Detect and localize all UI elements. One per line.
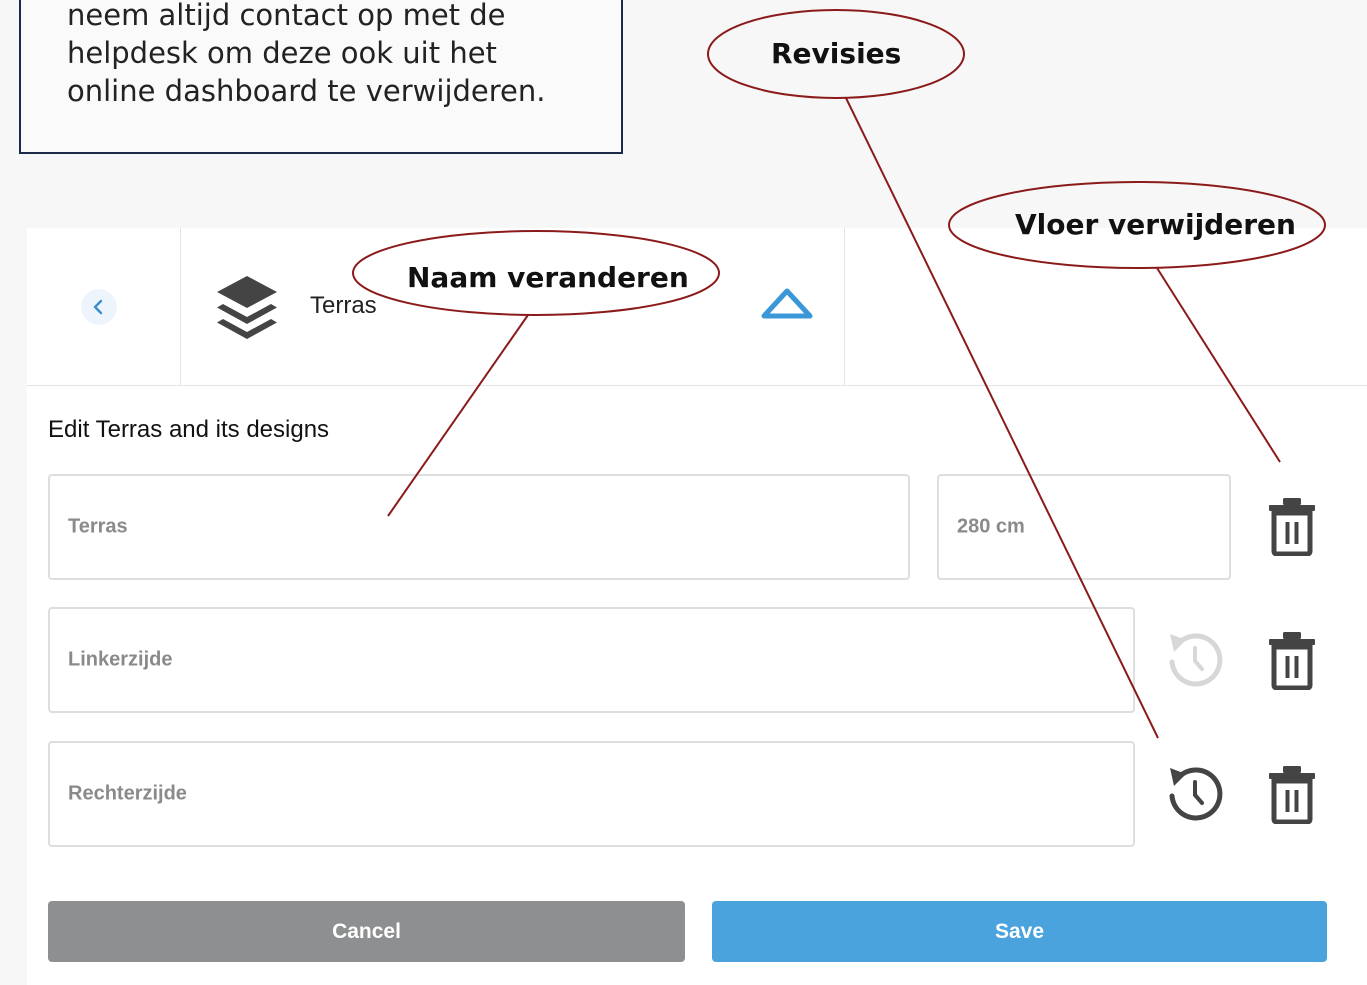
design-name-left: Linkerzijde (68, 648, 173, 671)
history-icon (1169, 633, 1223, 687)
layer-name-input[interactable]: Terras (48, 474, 910, 580)
design-row[interactable]: Rechterzijde (48, 741, 1135, 847)
annotation-naam-veranderen: Naam veranderen (407, 261, 689, 294)
layer-title: Terras (310, 292, 377, 319)
back-button[interactable] (81, 289, 117, 325)
height-input[interactable]: 280 cm (937, 474, 1231, 580)
instruction-text: neem altijd contact op met de helpdesk o… (67, 0, 546, 108)
trash-icon (1269, 766, 1315, 825)
cancel-button[interactable]: Cancel (48, 901, 685, 962)
back-cell (27, 228, 181, 386)
collapse-button[interactable] (759, 285, 815, 321)
annotation-vloer-verwijderen: Vloer verwijderen (1015, 208, 1296, 241)
revision-button[interactable] (1162, 760, 1228, 831)
layer-edit-panel: Terras Edit Terras and its designs Terra… (27, 228, 1367, 985)
save-button[interactable]: Save (712, 901, 1327, 962)
trash-icon (1269, 498, 1315, 557)
annotation-revisies: Revisies (771, 37, 902, 70)
delete-layer-button[interactable] (1265, 496, 1319, 561)
layer-name-value: Terras (68, 515, 128, 538)
design-name-right: Rechterzijde (68, 782, 187, 805)
layer-header: Terras (27, 228, 1367, 386)
chevron-left-icon (93, 299, 103, 315)
height-value: 280 cm (957, 515, 1025, 538)
edit-heading: Edit Terras and its designs (48, 416, 330, 443)
delete-design-button[interactable] (1265, 764, 1319, 829)
delete-design-button[interactable] (1265, 630, 1319, 695)
history-icon (1169, 767, 1223, 821)
layers-icon (217, 276, 277, 339)
triangle-up-icon (761, 288, 813, 319)
trash-icon (1269, 632, 1315, 691)
design-row[interactable]: Linkerzijde (48, 607, 1135, 713)
layer-cell: Terras (181, 228, 845, 386)
revision-button-disabled[interactable] (1162, 626, 1228, 697)
instruction-note: neem altijd contact op met de helpdesk o… (19, 0, 623, 154)
top-area: neem altijd contact op met de helpdesk o… (0, 0, 1346, 228)
